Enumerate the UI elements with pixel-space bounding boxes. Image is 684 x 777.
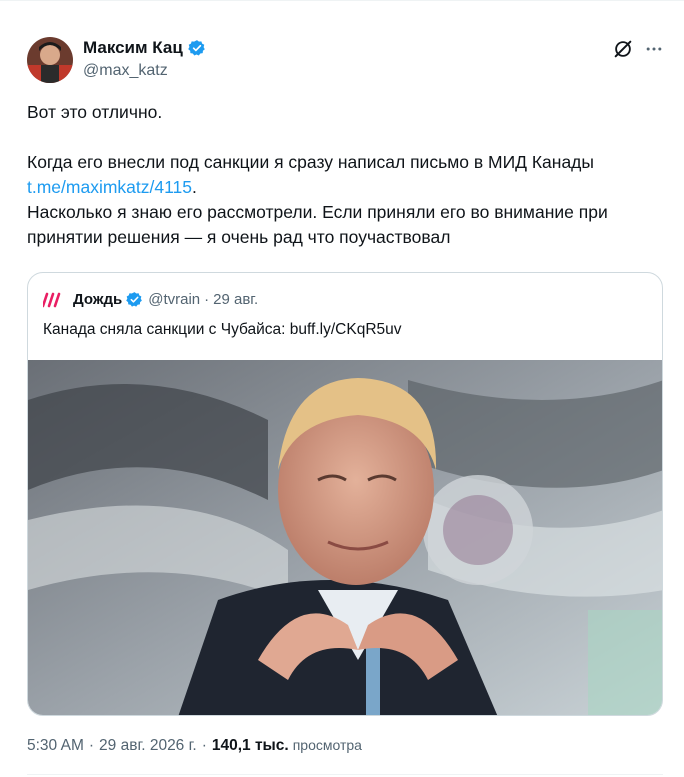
meta-separator: · bbox=[88, 737, 95, 754]
tweet-paragraph-2-end: . bbox=[192, 177, 197, 197]
top-divider bbox=[0, 0, 684, 1]
grok-icon[interactable] bbox=[612, 38, 634, 60]
tweet-meta: 5:30 AM · 29 авг. 2026 г. · 140,1 тыс. п… bbox=[27, 737, 362, 755]
tweet-paragraph-2: Когда его внесли под санкции я сразу нап… bbox=[27, 150, 662, 200]
quote-text: Канада сняла санкции с Чубайса: buff.ly/… bbox=[43, 321, 402, 338]
view-count-label: просмотра bbox=[292, 737, 362, 753]
meta-separator-2: · bbox=[201, 737, 207, 754]
tweet-time[interactable]: 5:30 AM bbox=[27, 737, 84, 755]
author-name-text[interactable]: Максим Кац bbox=[83, 38, 183, 58]
tweet-date[interactable]: 29 авг. 2026 г. bbox=[99, 737, 197, 755]
author-avatar[interactable] bbox=[27, 37, 73, 83]
author-handle[interactable]: @max_katz bbox=[83, 62, 168, 80]
quote-separator: · bbox=[204, 291, 210, 308]
more-options-icon[interactable] bbox=[644, 39, 664, 59]
view-count: 140,1 тыс. bbox=[211, 737, 289, 754]
tweet-paragraph-2-text: Когда его внесли под санкции я сразу нап… bbox=[27, 152, 594, 172]
verified-badge-icon bbox=[188, 40, 205, 56]
quote-header: Дождь @tvrain · 29 авг. bbox=[43, 291, 258, 308]
quote-photo[interactable] bbox=[28, 360, 663, 716]
tweet-text: Вот это отлично. Когда его внесли под са… bbox=[27, 100, 662, 250]
tweet-line-1: Вот это отлично. bbox=[27, 102, 163, 122]
tweet-paragraph-3: Насколько я знаю его рассмотрели. Если п… bbox=[27, 202, 608, 247]
quote-tweet-card[interactable]: Дождь @tvrain · 29 авг. Канада сняла сан… bbox=[27, 272, 663, 716]
quote-author-handle[interactable]: @tvrain bbox=[148, 291, 200, 308]
telegram-link[interactable]: t.me/maximkatz/4115 bbox=[27, 177, 192, 197]
tvrain-logo-icon[interactable] bbox=[43, 292, 63, 308]
quote-author-name[interactable]: Дождь bbox=[73, 291, 122, 308]
quote-verified-badge-icon bbox=[126, 292, 143, 307]
quote-date[interactable]: 29 авг. bbox=[213, 291, 258, 308]
author-name[interactable]: Максим Кац bbox=[83, 38, 206, 58]
bottom-divider bbox=[27, 774, 663, 775]
